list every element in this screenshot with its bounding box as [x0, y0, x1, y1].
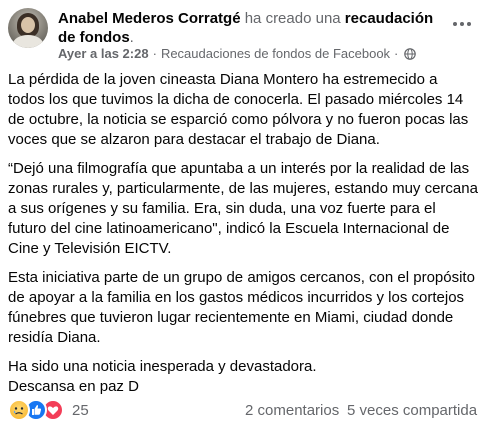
post-timestamp[interactable]: Ayer a las 2:28 — [58, 46, 149, 62]
meta-separator-2: · — [394, 46, 399, 61]
shares-count-link[interactable]: 5 veces compartida — [347, 402, 477, 419]
post-paragraph: “Dejó una filmografía que apuntaba a un … — [8, 160, 478, 257]
avatar-face — [21, 17, 35, 33]
more-dot — [460, 22, 464, 26]
post-meta: Ayer a las 2:28 · Recaudaciones de fondo… — [58, 46, 417, 62]
title-period: . — [129, 29, 134, 46]
sad-reaction-icon — [8, 399, 30, 421]
post-closing-line: Descansa en paz D — [8, 378, 139, 395]
author-avatar[interactable] — [8, 8, 48, 48]
author-name[interactable]: Anabel Mederos Corratgé — [58, 10, 241, 27]
more-dot — [467, 22, 471, 26]
post-header: Anabel Mederos Corratgé ha creado una re… — [0, 0, 485, 66]
post-closing-line: Ha sido una noticia inesperada y devasta… — [8, 358, 317, 375]
more-options-icon[interactable] — [448, 10, 476, 38]
post-source[interactable]: Recaudaciones de fondos de Facebook — [161, 46, 390, 62]
post-action-text: ha creado una — [240, 10, 345, 27]
comments-count-link[interactable]: 2 comentarios — [245, 402, 339, 419]
post-body: La pérdida de la joven cineasta Diana Mo… — [8, 70, 478, 406]
post-paragraph: Esta iniciativa parte de un grupo de ami… — [8, 269, 475, 346]
globe-icon — [404, 48, 417, 60]
meta-separator: · — [152, 46, 157, 61]
post-title-line: Anabel Mederos Corratgé ha creado una re… — [58, 9, 438, 47]
more-dot — [453, 22, 457, 26]
avatar-shirt — [13, 35, 43, 48]
reactions-summary[interactable] — [8, 399, 64, 421]
post-paragraph: La pérdida de la joven cineasta Diana Mo… — [8, 71, 469, 148]
reaction-count[interactable]: 25 — [72, 402, 89, 419]
post-footer: 25 2 comentarios 5 veces compartida — [8, 398, 478, 422]
